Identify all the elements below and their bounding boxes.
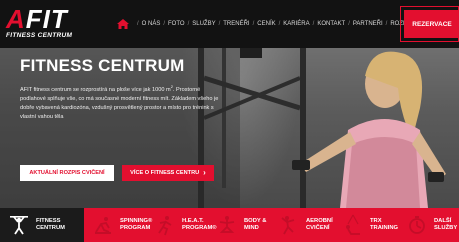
hero-description: AFIT fitness centrum se rozprostírá na p… [20,84,219,120]
tab-spinning[interactable]: SPINNING® PROGRAM [84,208,152,242]
nav-separator: / [252,21,255,27]
weightlifter-icon [10,216,28,235]
main-nav: / O NÁS / FOTO / SLUŽBY / TRENÉŘI / CENÍ… [116,17,432,31]
home-icon[interactable] [116,18,130,30]
logo-wordmark: AFIT [6,4,68,34]
nav-separator: / [312,21,315,27]
tab-label: FITNESS CENTRUM [36,218,65,231]
nav-separator: / [163,21,166,27]
nav-separator: / [218,21,221,27]
aerobics-icon [281,216,295,235]
reserve-button[interactable]: REZERVACE [404,10,459,38]
trx-icon [346,214,360,235]
tab-label: AEROBNÍ CVIČENÍ [306,218,333,231]
schedule-button[interactable]: AKTUÁLNÍ ROZPIS CVIČENÍ [20,165,114,181]
nav-item-sluzby[interactable]: SLUŽBY [192,21,215,27]
tab-dalsi-sluzby[interactable]: DALŠÍ SLUŽBY [398,208,459,242]
nav-item-partneri[interactable]: PARTNEŘI [353,21,383,27]
top-bar: AFIT FITNESS CENTRUM / O NÁS / FOTO / SL… [0,0,459,48]
hero-title: FITNESS CENTRUM [20,56,185,75]
runner-icon [158,216,172,236]
services-icon [409,216,425,234]
chevron-right-icon: › [203,168,206,177]
yoga-icon [219,216,235,233]
nav-item-treneri[interactable]: TRENÉŘI [223,21,249,27]
tab-aerobni[interactable]: AEROBNÍ CVIČENÍ [270,208,334,242]
tab-trx[interactable]: TRX TRAINING [334,208,398,242]
nav-separator: / [348,21,350,27]
nav-item-o-nas[interactable]: O NÁS [142,21,161,27]
nav-item-cenik[interactable]: CENÍK [257,21,275,27]
tab-label: DALŠÍ SLUŽBY [434,218,458,231]
logo[interactable]: AFIT FITNESS CENTRUM [6,5,86,43]
tab-heat[interactable]: H.E.A.T. PROGRAM® [146,208,217,242]
more-about-button[interactable]: VÍCE O FITNESS CENTRU › [122,165,214,181]
nav-separator: / [385,21,388,27]
nav-separator: / [278,21,281,27]
tab-label: TRX TRAINING [370,218,399,231]
logo-tagline: FITNESS CENTRUM [6,32,73,39]
nav-separator: / [137,21,139,27]
programs-bar: FITNESS CENTRUM SPINNING® PROGRAM H.E.A.… [0,208,459,242]
cyclist-icon [95,217,111,234]
tab-fitness-centrum[interactable]: FITNESS CENTRUM [0,208,84,242]
nav-item-foto[interactable]: FOTO [168,21,185,27]
tab-label: BODY & MIND [244,218,267,231]
more-about-label: VÍCE O FITNESS CENTRU [130,170,200,176]
nav-item-kariera[interactable]: KARIÉRA [283,21,309,27]
nav-separator: / [187,21,190,27]
tab-body-mind[interactable]: BODY & MIND [208,208,270,242]
nav-item-kontakt[interactable]: KONTAKT [317,21,345,27]
